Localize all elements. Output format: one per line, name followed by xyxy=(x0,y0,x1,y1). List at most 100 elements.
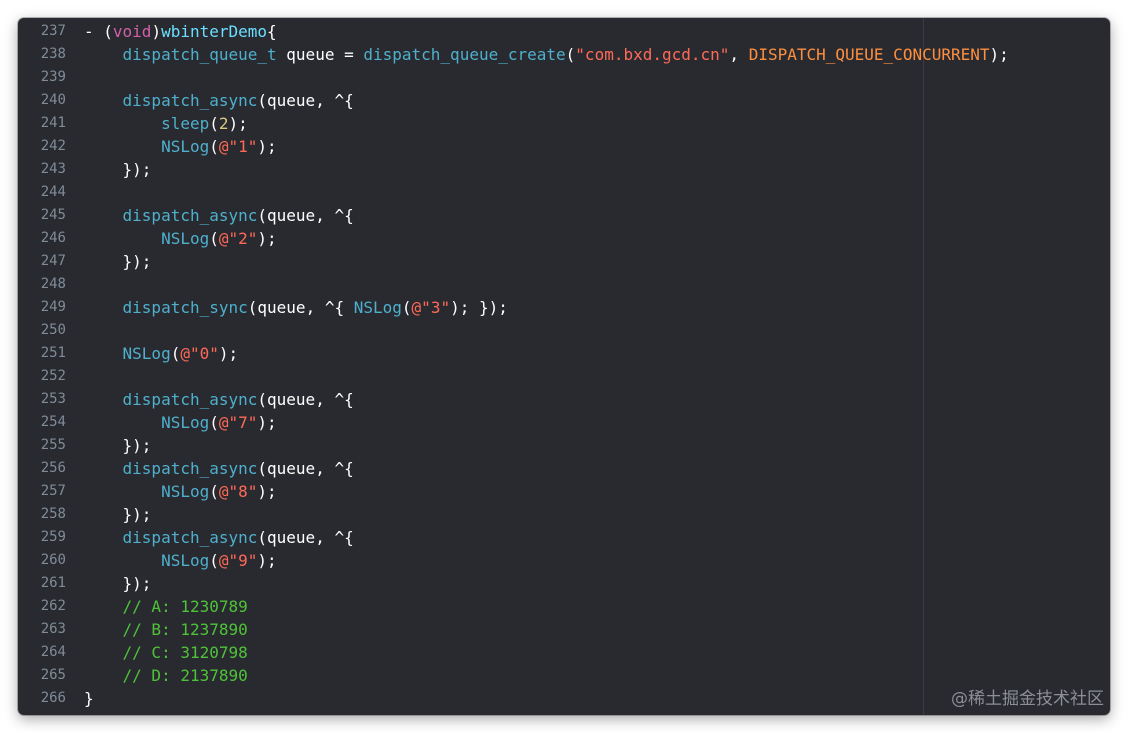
code-line[interactable]: 249 dispatch_sync(queue, ^{ NSLog(@"3");… xyxy=(18,296,1110,319)
line-number: 259 xyxy=(40,529,66,545)
code-line[interactable]: 259 dispatch_async(queue, ^{ xyxy=(18,526,1110,549)
code-text: sleep(2); xyxy=(84,112,248,135)
code-line[interactable]: 265 // D: 2137890 xyxy=(18,664,1110,687)
line-number: 237 xyxy=(40,23,66,39)
code-line[interactable]: 239 xyxy=(18,66,1110,89)
code-token-plain: ( xyxy=(209,229,219,248)
code-line[interactable]: 247 }); xyxy=(18,250,1110,273)
code-token-func: NSLog xyxy=(161,482,210,501)
code-line[interactable]: 251 NSLog(@"0"); xyxy=(18,342,1110,365)
code-token-string: @"1" xyxy=(218,137,258,156)
code-text: }); xyxy=(84,503,152,526)
code-text: NSLog(@"9"); xyxy=(84,549,277,572)
code-line[interactable]: 250 xyxy=(18,319,1110,342)
code-token-number: 2 xyxy=(218,114,229,133)
code-line[interactable]: 248 xyxy=(18,273,1110,296)
line-number: 245 xyxy=(40,207,66,223)
code-line[interactable]: 266} xyxy=(18,687,1110,710)
code-line[interactable]: 260 NSLog(@"9"); xyxy=(18,549,1110,572)
code-line[interactable]: 258 }); xyxy=(18,503,1110,526)
line-number: 257 xyxy=(40,483,66,499)
code-token-plain: queue = xyxy=(276,45,364,64)
code-line[interactable]: 264 // C: 3120798 xyxy=(18,641,1110,664)
line-number: 243 xyxy=(40,161,66,177)
code-token-plain: ); xyxy=(257,413,277,432)
line-number: 258 xyxy=(40,506,66,522)
code-token-plain: ( xyxy=(170,344,181,363)
code-token-func: dispatch_queue_t xyxy=(122,45,277,64)
line-number: 263 xyxy=(40,621,66,637)
code-token-plain: ); xyxy=(228,114,248,133)
code-token-func: dispatch_queue_create xyxy=(363,45,566,64)
line-number: 261 xyxy=(40,575,66,591)
line-number: 251 xyxy=(40,345,66,361)
line-number: 255 xyxy=(40,437,66,453)
code-line[interactable]: 240 dispatch_async(queue, ^{ xyxy=(18,89,1110,112)
code-token-plain: ); xyxy=(257,137,277,156)
code-token-plain: ( xyxy=(401,298,412,317)
code-line[interactable]: 243 }); xyxy=(18,158,1110,181)
code-line[interactable]: 261 }); xyxy=(18,572,1110,595)
code-token-macro: DISPATCH_QUEUE_CONCURRENT xyxy=(748,45,990,64)
code-token-plain: { xyxy=(267,22,277,41)
code-text: dispatch_async(queue, ^{ xyxy=(84,89,354,112)
code-token-plain: ( xyxy=(209,413,219,432)
code-token-plain: }); xyxy=(84,574,152,593)
line-number: 248 xyxy=(40,276,66,292)
code-line[interactable]: 245 dispatch_async(queue, ^{ xyxy=(18,204,1110,227)
code-token-func: dispatch_async xyxy=(122,91,258,110)
code-line[interactable]: 257 NSLog(@"8"); xyxy=(18,480,1110,503)
code-text: dispatch_async(queue, ^{ xyxy=(84,204,354,227)
code-token-func: NSLog xyxy=(122,344,171,363)
code-line[interactable]: 256 dispatch_async(queue, ^{ xyxy=(18,457,1110,480)
line-number: 242 xyxy=(40,138,66,154)
line-number: 262 xyxy=(40,598,66,614)
code-text: }); xyxy=(84,434,152,457)
line-number: 266 xyxy=(40,690,66,706)
code-line[interactable]: 254 NSLog(@"7"); xyxy=(18,411,1110,434)
code-token-comment: // A: 1230789 xyxy=(84,597,248,616)
code-token-func: dispatch_async xyxy=(122,459,258,478)
code-token-plain: (queue, ^{ xyxy=(257,390,354,409)
code-area[interactable]: 237- (void)wbinterDemo{238 dispatch_queu… xyxy=(18,20,1110,710)
code-token-plain: ); xyxy=(257,551,277,570)
code-text: }); xyxy=(84,572,152,595)
code-line[interactable]: 246 NSLog(@"2"); xyxy=(18,227,1110,250)
line-number: 238 xyxy=(40,46,66,62)
code-line[interactable]: 244 xyxy=(18,181,1110,204)
code-line[interactable]: 263 // B: 1237890 xyxy=(18,618,1110,641)
line-number: 241 xyxy=(40,115,66,131)
code-line[interactable]: 241 sleep(2); xyxy=(18,112,1110,135)
code-token-plain: (queue, ^{ xyxy=(247,298,354,317)
code-token-func: NSLog xyxy=(161,413,210,432)
code-token-plain: ); }); xyxy=(450,298,508,317)
code-line[interactable]: 238 dispatch_queue_t queue = dispatch_qu… xyxy=(18,43,1110,66)
code-token-plain: ( xyxy=(209,482,219,501)
code-token-comment: // D: 2137890 xyxy=(84,666,248,685)
code-text: // D: 2137890 xyxy=(84,664,248,687)
code-token-func: dispatch_async xyxy=(122,528,258,547)
line-number: 249 xyxy=(40,299,66,315)
code-text: NSLog(@"0"); xyxy=(84,342,239,365)
code-line[interactable]: 255 }); xyxy=(18,434,1110,457)
code-token-plain: (queue, ^{ xyxy=(257,528,354,547)
code-line[interactable]: 262 // A: 1230789 xyxy=(18,595,1110,618)
code-line[interactable]: 242 NSLog(@"1"); xyxy=(18,135,1110,158)
code-text: NSLog(@"7"); xyxy=(84,411,277,434)
code-text: dispatch_async(queue, ^{ xyxy=(84,526,354,549)
line-number: 246 xyxy=(40,230,66,246)
code-token-plain: } xyxy=(84,689,94,708)
code-line[interactable]: 253 dispatch_async(queue, ^{ xyxy=(18,388,1110,411)
code-line[interactable]: 252 xyxy=(18,365,1110,388)
code-token-plain: ); xyxy=(218,344,239,363)
code-line[interactable]: 237 - (void)wbinterDemo{ xyxy=(18,20,1110,43)
